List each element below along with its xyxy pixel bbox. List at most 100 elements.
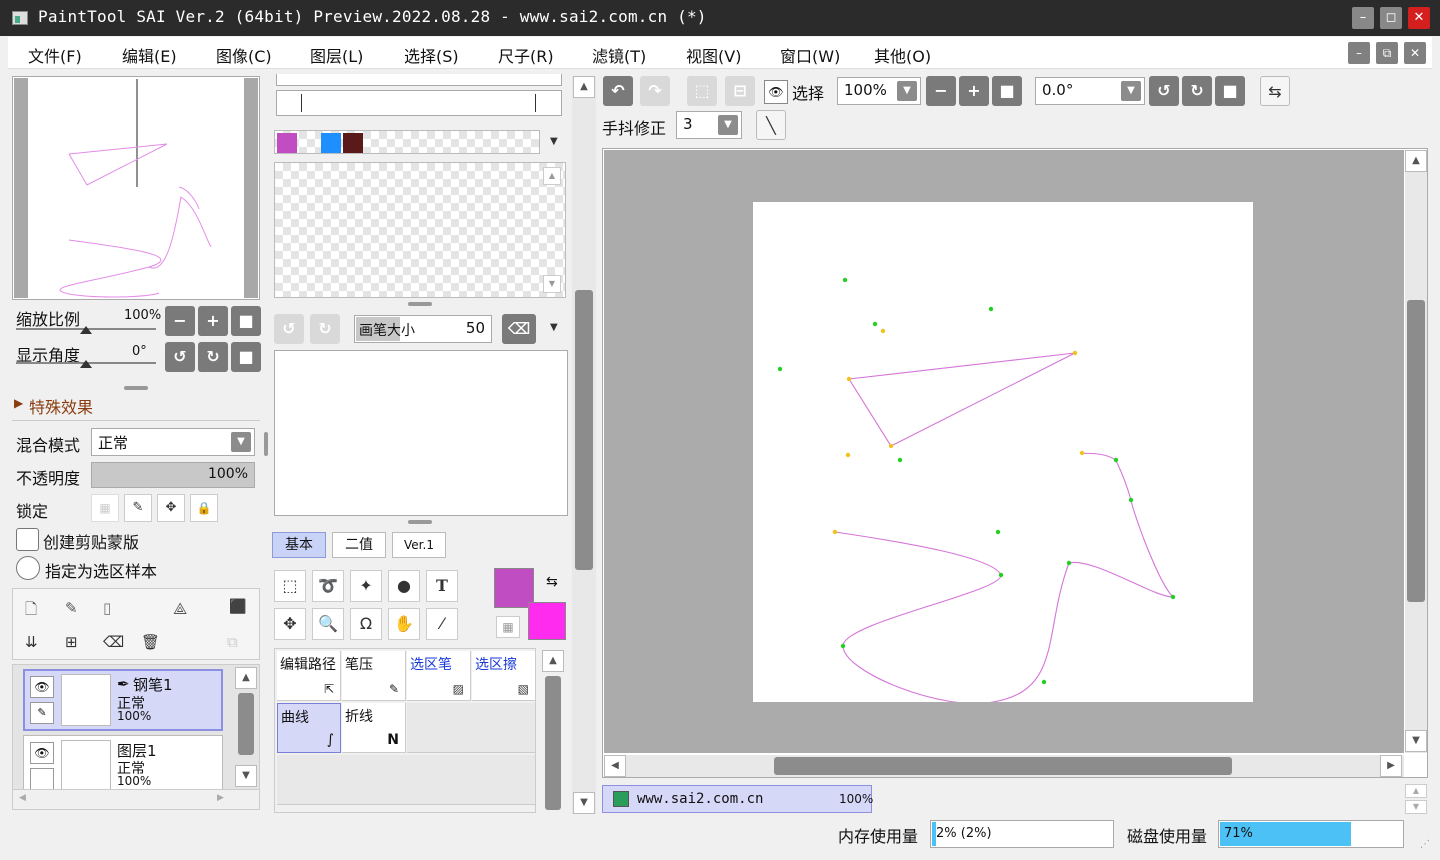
canvas-rotate-ccw-button[interactable]: ↺ [1149,76,1179,106]
menu-other[interactable]: 其他(O) [874,43,931,67]
doc-restore-button[interactable]: ⧉ [1376,42,1398,64]
minimize-button[interactable]: – [1352,7,1374,29]
lock-all-icon[interactable]: 🔒 [190,494,218,522]
eraser-toggle-button[interactable]: ⌫ [502,314,536,344]
swap-colors-icon[interactable]: ⇆ [546,574,558,590]
angle-combo[interactable]: 0.0° ▼ [1035,77,1145,105]
new-pen-layer-icon[interactable]: ✎ [65,599,78,617]
tab-basic[interactable]: 基本 [272,532,326,558]
text-icon[interactable]: T [426,570,458,602]
menu-view[interactable]: 视图(V) [686,43,741,67]
brush-menu-icon[interactable]: ▼ [550,322,558,333]
rotate-cw-button[interactable]: ↻ [198,342,228,372]
delete-layer-icon[interactable]: 🗑 [141,633,160,651]
scratchpad-scroll-down[interactable]: ▼ [543,275,561,293]
merge-layers-icon[interactable]: ⊞ [65,633,78,651]
undo-button[interactable]: ↶ [603,76,633,106]
flip-horizontal-button[interactable]: ⇆ [1260,76,1290,106]
opacity-slider[interactable]: 100% [91,462,255,488]
canvas-zoom-in-button[interactable]: + [959,76,989,106]
blend-mode-select[interactable]: 正常 ▼ [91,428,255,456]
maximize-button[interactable]: ◻ [1380,7,1402,29]
brush-edit-path[interactable]: 编辑路径 ⇱ [277,651,341,701]
layer-scroll-up[interactable]: ▲ [235,667,257,689]
scratchpad-scroll-up[interactable]: ▲ [543,167,561,185]
undo-brush-button[interactable]: ↺ [274,314,304,344]
close-button[interactable]: ✕ [1408,7,1430,29]
canvas-zoom-out-button[interactable]: − [926,76,956,106]
record-icon[interactable]: ⬛ [229,599,246,615]
brush-select-eraser[interactable]: 选区擦 ▧ [472,651,536,701]
menu-select[interactable]: 选择(S) [404,43,459,67]
panel-splitter[interactable] [124,386,148,390]
visibility-eye-icon[interactable]: 👁 [30,676,54,698]
deselect-button[interactable]: ⬚ [687,76,717,106]
stabilizer-combo[interactable]: 3 ▼ [676,111,742,139]
clip-checkbox[interactable] [16,528,39,551]
layer-row-layer1[interactable]: 👁 图层1 正常 100% [23,735,223,791]
zoom-reset-button[interactable]: ■ [231,306,261,336]
canvas-zoom-reset-button[interactable]: ■ [992,76,1022,106]
new-folder-icon[interactable]: ▯ [103,599,111,617]
swatch-menu-icon[interactable]: ▼ [550,136,558,147]
layer-row-pen1[interactable]: 👁 ✎ ✒ 钢笔1 正常 100% [23,669,223,731]
expand-triangle-icon[interactable]: ▶ [14,396,23,410]
panel-splitter[interactable] [408,520,432,524]
zoom-slider-handle[interactable] [80,326,92,334]
layer-mask-icon[interactable]: ⟁ [173,599,187,619]
canvas-scroll-down[interactable]: ▼ [1405,730,1427,752]
zoom-in-button[interactable]: + [198,306,228,336]
doc-list-scroll-up[interactable]: ▲ [1405,784,1427,798]
invert-selection-button[interactable]: ⊟ [725,76,755,106]
scratchpad[interactable]: ▲ ▼ [274,162,566,298]
brush-grid-scroll-thumb[interactable] [545,676,561,810]
zoom-combo[interactable]: 100% ▼ [837,77,921,105]
shape-icon[interactable]: ● [388,570,420,602]
brush-grid-scroll-up[interactable]: ▲ [542,650,564,672]
visibility-eye-icon[interactable]: 👁 [30,742,54,764]
move-icon[interactable]: ✥ [274,608,306,640]
swatch-maroon[interactable] [343,133,363,153]
layer-scroll-thumb[interactable] [238,693,254,755]
rect-select-icon[interactable]: ⬚ [274,570,306,602]
zoom-out-button[interactable]: − [165,306,195,336]
canvas-scroll-up[interactable]: ▲ [1405,150,1427,172]
magic-wand-icon[interactable]: ✦ [350,570,382,602]
document-tab[interactable]: www.sai2.com.cn 100% [602,785,873,813]
color-slider[interactable] [276,90,562,116]
menu-layer[interactable]: 图层(L) [310,43,363,67]
lock-paint-icon[interactable]: ✎ [124,494,152,522]
lock-move-icon[interactable]: ✥ [157,494,185,522]
doc-close-button[interactable]: ✕ [1404,42,1426,64]
menu-image[interactable]: 图像(C) [216,43,272,67]
swatch-blue[interactable] [321,133,341,153]
middle-panel-scrollbar[interactable]: ▲ ▼ [572,76,596,814]
brush-polyline[interactable]: 折线 N [342,703,406,753]
layer-lock-slot[interactable] [30,768,54,790]
rotate-icon[interactable]: Ω [350,608,382,640]
scroll-up-button[interactable]: ▲ [573,76,595,98]
doc-list-scroll-down[interactable]: ▼ [1405,800,1427,814]
canvas-vscroll-thumb[interactable] [1407,300,1425,602]
brush-select-pen[interactable]: 选区笔 ▨ [407,651,471,701]
swatch-strip[interactable] [274,130,540,154]
zoom-icon[interactable]: 🔍 [312,608,344,640]
scroll-down-button[interactable]: ▼ [573,792,595,814]
canvas-scroll-left[interactable]: ◀ [604,755,626,777]
selection-source-radio[interactable] [16,556,40,580]
hand-icon[interactable]: ✋ [388,608,420,640]
menu-window[interactable]: 窗口(W) [780,43,840,67]
menu-filter[interactable]: 滤镜(T) [592,43,646,67]
menu-ruler[interactable]: 尺子(R) [498,43,554,67]
panel-splitter[interactable] [408,302,432,306]
navigator-preview[interactable] [12,76,260,300]
doc-minimize-button[interactable]: – [1348,42,1370,64]
canvas-scroll-right[interactable]: ▶ [1380,755,1402,777]
brush-size-slider[interactable]: 画笔大小 50 [354,315,492,343]
scroll-thumb[interactable] [575,290,593,570]
lock-transparency-icon[interactable]: ▦ [91,494,119,522]
color-slider-top[interactable] [276,74,562,86]
rotate-reset-button[interactable]: ■ [231,342,261,372]
vertical-splitter[interactable] [264,432,268,456]
eye-icon[interactable]: 👁 [764,80,788,104]
